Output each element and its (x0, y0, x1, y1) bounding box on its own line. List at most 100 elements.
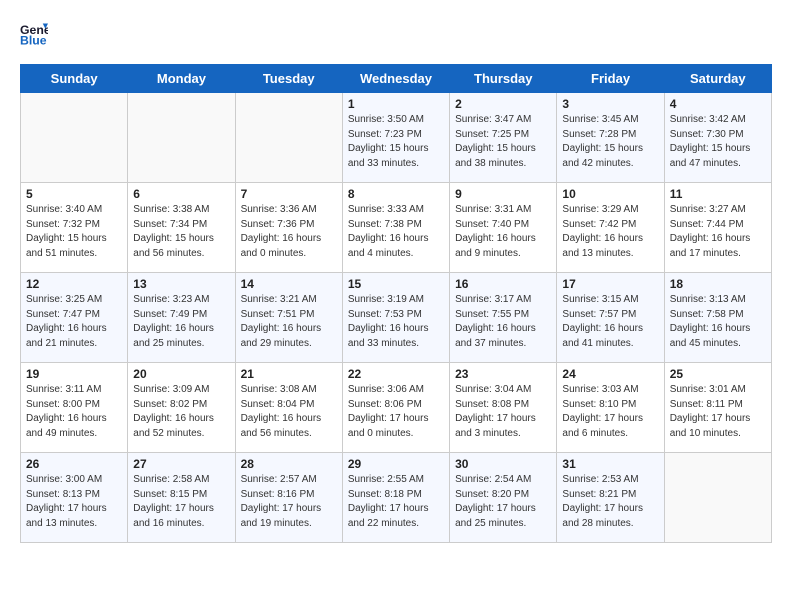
day-number: 10 (562, 187, 658, 201)
logo: General Blue (20, 20, 52, 48)
day-number: 7 (241, 187, 337, 201)
day-header-friday: Friday (557, 65, 664, 93)
day-info: Sunrise: 3:01 AMSunset: 8:11 PMDaylight:… (670, 383, 766, 441)
day-info: Sunrise: 3:31 AMSunset: 7:40 PMDaylight:… (455, 203, 551, 261)
day-header-sunday: Sunday (21, 65, 128, 93)
day-number: 5 (26, 187, 122, 201)
calendar-cell: 29 Sunrise: 2:55 AMSunset: 8:18 PMDayligh… (342, 453, 449, 543)
week-row-5: 26 Sunrise: 3:00 AMSunset: 8:13 PMDayligh… (21, 453, 772, 543)
day-number: 18 (670, 277, 766, 291)
day-info: Sunrise: 2:57 AMSunset: 8:16 PMDaylight:… (241, 473, 337, 531)
day-info: Sunrise: 3:29 AMSunset: 7:42 PMDaylight:… (562, 203, 658, 261)
day-number: 6 (133, 187, 229, 201)
day-number: 3 (562, 97, 658, 111)
calendar-cell: 25Sunrise: 3:01 AMSunset: 8:11 PMDayligh… (664, 363, 771, 453)
day-number: 14 (241, 277, 337, 291)
calendar-cell: 21 Sunrise: 3:08 AMSunset: 8:04 PMDayligh… (235, 363, 342, 453)
page-header: General Blue (20, 20, 772, 48)
day-number: 17 (562, 277, 658, 291)
calendar-cell: 11 Sunrise: 3:27 AMSunset: 7:44 PMDayligh… (664, 183, 771, 273)
day-info: Sunrise: 3:27 AMSunset: 7:44 PMDaylight:… (670, 203, 766, 261)
calendar-header: SundayMondayTuesdayWednesdayThursdayFrid… (21, 65, 772, 93)
day-info: Sunrise: 3:00 AMSunset: 8:13 PMDaylight:… (26, 473, 122, 531)
day-number: 8 (348, 187, 444, 201)
week-row-2: 5 Sunrise: 3:40 AMSunset: 7:32 PMDaylight… (21, 183, 772, 273)
day-number: 27 (133, 457, 229, 471)
calendar-cell: 22 Sunrise: 3:06 AMSunset: 8:06 PMDayligh… (342, 363, 449, 453)
logo-icon: General Blue (20, 20, 48, 48)
day-info: Sunrise: 3:47 AMSunset: 7:25 PMDaylight:… (455, 113, 551, 171)
calendar-cell: 6 Sunrise: 3:38 AMSunset: 7:34 PMDaylight… (128, 183, 235, 273)
day-number: 23 (455, 367, 551, 381)
day-info: Sunrise: 3:45 AMSunset: 7:28 PMDaylight:… (562, 113, 658, 171)
day-number: 4 (670, 97, 766, 111)
day-number: 29 (348, 457, 444, 471)
day-info: Sunrise: 3:08 AMSunset: 8:04 PMDaylight:… (241, 383, 337, 441)
day-number: 26 (26, 457, 122, 471)
day-info: Sunrise: 2:58 AMSunset: 8:15 PMDaylight:… (133, 473, 229, 531)
calendar-cell: 18 Sunrise: 3:13 AMSunset: 7:58 PMDayligh… (664, 273, 771, 363)
calendar-cell (128, 93, 235, 183)
day-info: Sunrise: 3:03 AMSunset: 8:10 PMDaylight:… (562, 383, 658, 441)
svg-text:Blue: Blue (20, 34, 47, 48)
calendar-cell: 3 Sunrise: 3:45 AMSunset: 7:28 PMDaylight… (557, 93, 664, 183)
day-info: Sunrise: 3:25 AMSunset: 7:47 PMDaylight:… (26, 293, 122, 351)
calendar-cell: 17Sunrise: 3:15 AMSunset: 7:57 PMDayligh… (557, 273, 664, 363)
day-number: 21 (241, 367, 337, 381)
day-info: Sunrise: 3:09 AMSunset: 8:02 PMDaylight:… (133, 383, 229, 441)
day-info: Sunrise: 3:36 AMSunset: 7:36 PMDaylight:… (241, 203, 337, 261)
calendar-cell: 5 Sunrise: 3:40 AMSunset: 7:32 PMDaylight… (21, 183, 128, 273)
calendar-cell: 8 Sunrise: 3:33 AMSunset: 7:38 PMDaylight… (342, 183, 449, 273)
week-row-3: 12 Sunrise: 3:25 AMSunset: 7:47 PMDayligh… (21, 273, 772, 363)
day-number: 31 (562, 457, 658, 471)
day-number: 30 (455, 457, 551, 471)
day-number: 11 (670, 187, 766, 201)
day-info: Sunrise: 3:17 AMSunset: 7:55 PMDaylight:… (455, 293, 551, 351)
day-number: 13 (133, 277, 229, 291)
calendar-cell: 10 Sunrise: 3:29 AMSunset: 7:42 PMDayligh… (557, 183, 664, 273)
calendar-cell (664, 453, 771, 543)
day-info: Sunrise: 3:04 AMSunset: 8:08 PMDaylight:… (455, 383, 551, 441)
calendar-cell: 20Sunrise: 3:09 AMSunset: 8:02 PMDayligh… (128, 363, 235, 453)
day-info: Sunrise: 3:42 AMSunset: 7:30 PMDaylight:… (670, 113, 766, 171)
day-info: Sunrise: 3:40 AMSunset: 7:32 PMDaylight:… (26, 203, 122, 261)
day-header-saturday: Saturday (664, 65, 771, 93)
day-info: Sunrise: 3:13 AMSunset: 7:58 PMDaylight:… (670, 293, 766, 351)
calendar-cell (21, 93, 128, 183)
day-number: 12 (26, 277, 122, 291)
calendar-table: SundayMondayTuesdayWednesdayThursdayFrid… (20, 64, 772, 543)
day-number: 24 (562, 367, 658, 381)
day-info: Sunrise: 3:33 AMSunset: 7:38 PMDaylight:… (348, 203, 444, 261)
calendar-cell: 19 Sunrise: 3:11 AMSunset: 8:00 PMDayligh… (21, 363, 128, 453)
calendar-cell: 4 Sunrise: 3:42 AMSunset: 7:30 PMDaylight… (664, 93, 771, 183)
day-info: Sunrise: 3:50 AMSunset: 7:23 PMDaylight:… (348, 113, 444, 171)
calendar-cell: 30Sunrise: 2:54 AMSunset: 8:20 PMDayligh… (450, 453, 557, 543)
day-info: Sunrise: 3:06 AMSunset: 8:06 PMDaylight:… (348, 383, 444, 441)
day-number: 28 (241, 457, 337, 471)
day-number: 19 (26, 367, 122, 381)
day-header-thursday: Thursday (450, 65, 557, 93)
calendar-cell: 26 Sunrise: 3:00 AMSunset: 8:13 PMDayligh… (21, 453, 128, 543)
day-number: 16 (455, 277, 551, 291)
week-row-1: 1Sunrise: 3:50 AMSunset: 7:23 PMDaylight… (21, 93, 772, 183)
calendar-cell: 31 Sunrise: 2:53 AMSunset: 8:21 PMDayligh… (557, 453, 664, 543)
day-number: 2 (455, 97, 551, 111)
day-info: Sunrise: 2:55 AMSunset: 8:18 PMDaylight:… (348, 473, 444, 531)
day-info: Sunrise: 3:11 AMSunset: 8:00 PMDaylight:… (26, 383, 122, 441)
day-number: 22 (348, 367, 444, 381)
day-info: Sunrise: 3:21 AMSunset: 7:51 PMDaylight:… (241, 293, 337, 351)
day-number: 15 (348, 277, 444, 291)
day-info: Sunrise: 3:23 AMSunset: 7:49 PMDaylight:… (133, 293, 229, 351)
calendar-cell: 27 Sunrise: 2:58 AMSunset: 8:15 PMDayligh… (128, 453, 235, 543)
day-header-wednesday: Wednesday (342, 65, 449, 93)
calendar-cell: 14 Sunrise: 3:21 AMSunset: 7:51 PMDayligh… (235, 273, 342, 363)
day-number: 9 (455, 187, 551, 201)
calendar-cell: 2 Sunrise: 3:47 AMSunset: 7:25 PMDaylight… (450, 93, 557, 183)
day-header-monday: Monday (128, 65, 235, 93)
calendar-cell: 16 Sunrise: 3:17 AMSunset: 7:55 PMDayligh… (450, 273, 557, 363)
calendar-cell: 23 Sunrise: 3:04 AMSunset: 8:08 PMDayligh… (450, 363, 557, 453)
day-info: Sunrise: 2:53 AMSunset: 8:21 PMDaylight:… (562, 473, 658, 531)
day-info: Sunrise: 3:38 AMSunset: 7:34 PMDaylight:… (133, 203, 229, 261)
calendar-body: 1Sunrise: 3:50 AMSunset: 7:23 PMDaylight… (21, 93, 772, 543)
calendar-cell: 12 Sunrise: 3:25 AMSunset: 7:47 PMDayligh… (21, 273, 128, 363)
